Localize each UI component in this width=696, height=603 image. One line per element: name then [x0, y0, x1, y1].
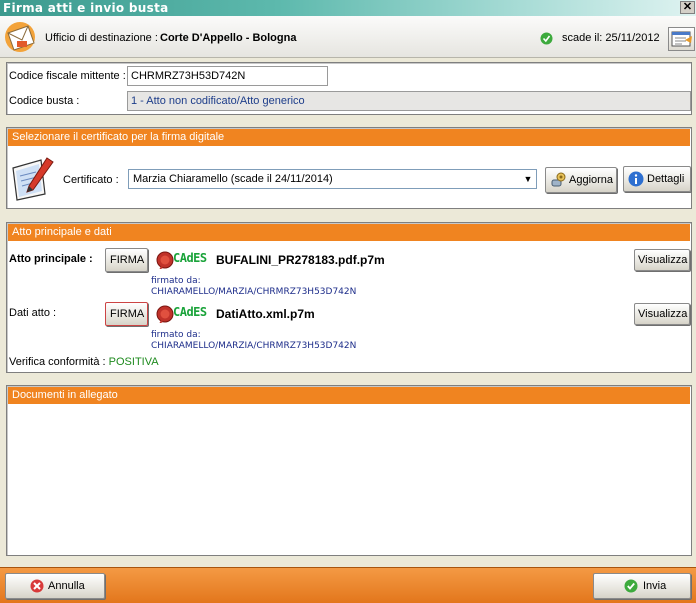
- certificato-section-title: Selezionare il certificato per la firma …: [8, 129, 690, 146]
- cancel-icon: [30, 579, 44, 593]
- codice-busta-label: Codice busta :: [9, 95, 80, 107]
- cades-badge-dati: CAdES: [156, 303, 212, 327]
- chevron-down-icon[interactable]: ▼: [522, 172, 534, 186]
- atto-section-title: Atto principale e dati: [8, 224, 690, 241]
- title-bar: Firma atti e invio busta ✕: [0, 0, 696, 16]
- annulla-button[interactable]: Annulla: [5, 573, 105, 599]
- seal-icon: [156, 305, 174, 323]
- atto-principale-file: BUFALINI_PR278183.pdf.p7m: [216, 253, 385, 267]
- codice-fiscale-label: Codice fiscale mittente :: [9, 70, 126, 82]
- ok-icon: [624, 579, 638, 593]
- invia-label: Invia: [643, 580, 667, 592]
- certificato-selected: Marzia Chiaramello (scade il 24/11/2014): [133, 173, 333, 185]
- check-icon: [540, 32, 553, 45]
- aggiorna-button[interactable]: Aggiorna: [545, 167, 617, 193]
- footer-bar: Annulla Invia: [0, 567, 696, 603]
- certificato-select[interactable]: Marzia Chiaramello (scade il 24/11/2014)…: [128, 169, 537, 189]
- firma-label: FIRMA: [110, 308, 145, 320]
- invia-button[interactable]: Invia: [593, 573, 691, 599]
- seal-icon: [156, 251, 174, 269]
- info-icon: [628, 171, 644, 187]
- allegati-panel: Documenti in allegato: [6, 385, 692, 556]
- mittente-panel: Codice fiscale mittente : CHRMRZ73H53D74…: [6, 62, 692, 115]
- certificate-icon: [12, 157, 54, 201]
- verifica-value: POSITIVA: [108, 356, 159, 368]
- calendar-icon: [671, 31, 692, 47]
- cades-text: CAdES: [173, 305, 207, 319]
- firmato-da-label: firmato da:: [151, 330, 201, 340]
- visualizza-label: Visualizza: [638, 254, 688, 266]
- firma-dati-button[interactable]: FIRMA: [105, 302, 148, 326]
- window-title: Firma atti e invio busta: [3, 1, 169, 15]
- cades-badge-principale: CAdES: [156, 249, 212, 273]
- firmato-da-label: firmato da:: [151, 276, 201, 286]
- certificato-panel: Selezionare il certificato per la firma …: [6, 127, 692, 209]
- firma-label: FIRMA: [110, 254, 145, 266]
- scadenza-text: scade il: 25/11/2012: [562, 32, 660, 44]
- allegati-section-title: Documenti in allegato: [8, 387, 690, 404]
- atto-principale-label: Atto principale :: [9, 253, 93, 265]
- close-button[interactable]: ✕: [680, 1, 695, 14]
- atto-panel: Atto principale e dati Atto principale :…: [6, 222, 692, 373]
- verifica-conformita: Verifica conformità : POSITIVA: [9, 356, 159, 368]
- codice-fiscale-field[interactable]: CHRMRZ73H53D742N: [127, 66, 328, 86]
- firmato-da-value: CHIARAMELLO/MARZIA/CHRMRZ73H53D742N: [151, 287, 357, 297]
- aggiorna-label: Aggiorna: [569, 174, 614, 186]
- refresh-icon: [551, 172, 566, 187]
- visualizza-principale-button[interactable]: Visualizza: [634, 249, 690, 271]
- calendar-button[interactable]: [668, 27, 695, 51]
- dettagli-button[interactable]: Dettagli: [623, 166, 691, 192]
- verifica-label: Verifica conformità :: [9, 356, 106, 368]
- firmato-da-value: CHIARAMELLO/MARZIA/CHRMRZ73H53D742N: [151, 341, 357, 351]
- dettagli-label: Dettagli: [647, 173, 685, 185]
- cades-text: CAdES: [173, 251, 207, 265]
- visualizza-dati-button[interactable]: Visualizza: [634, 303, 690, 325]
- visualizza-label: Visualizza: [638, 308, 688, 320]
- header-bar: Ufficio di destinazione : Corte D'Appell…: [0, 16, 696, 58]
- ufficio-label: Ufficio di destinazione :: [45, 32, 158, 44]
- annulla-label: Annulla: [48, 580, 85, 592]
- envelope-icon: [5, 22, 35, 52]
- firma-principale-button[interactable]: FIRMA: [105, 248, 148, 272]
- certificato-label: Certificato :: [63, 174, 119, 186]
- dati-atto-file: DatiAtto.xml.p7m: [216, 307, 315, 321]
- ufficio-value: Corte D'Appello - Bologna: [160, 32, 297, 44]
- dati-atto-label: Dati atto :: [9, 307, 57, 319]
- codice-busta-field: 1 - Atto non codificato/Atto generico: [127, 91, 691, 111]
